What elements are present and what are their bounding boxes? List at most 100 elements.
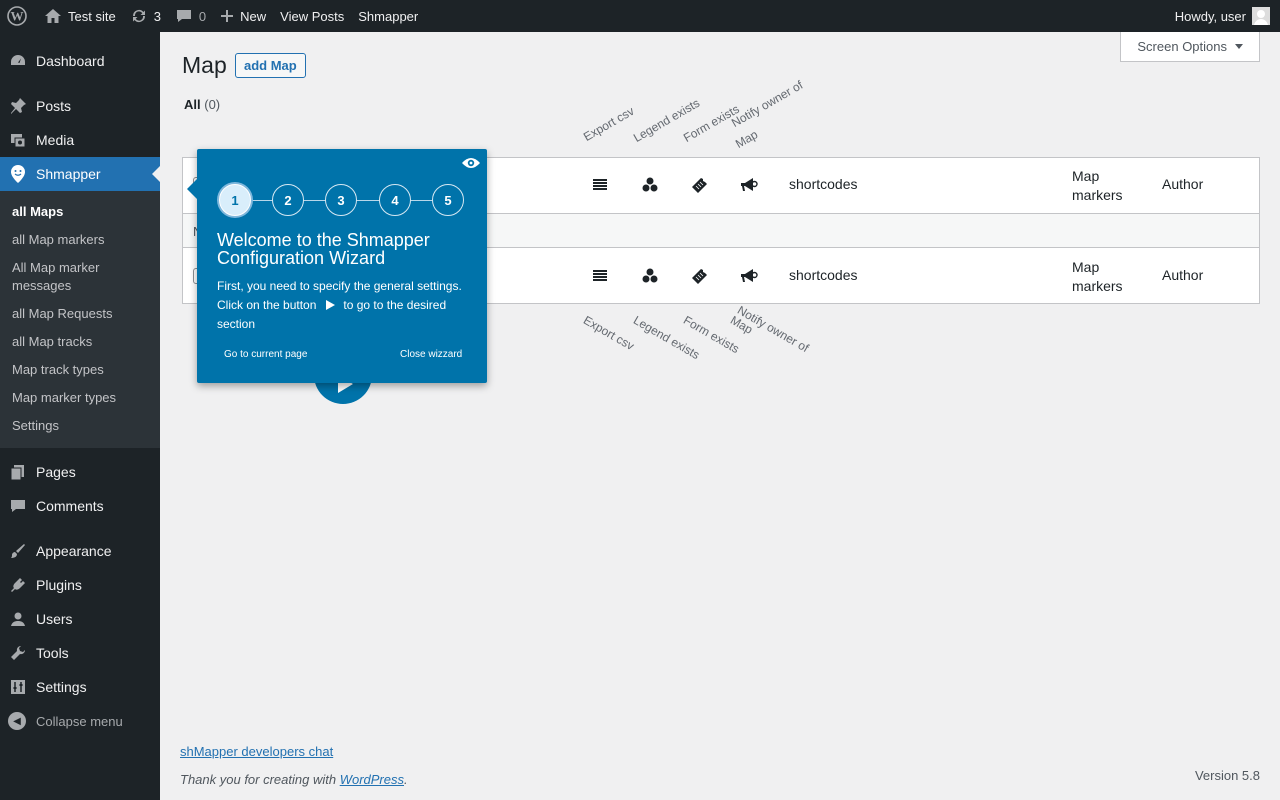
menu-dashboard-label: Dashboard: [36, 53, 105, 69]
wizard-body-line3: section: [217, 317, 256, 331]
comments-count: 0: [198, 8, 207, 24]
column-map-markers-line2: markers: [1072, 187, 1123, 203]
menu-tools-label: Tools: [36, 645, 69, 661]
menu-media-label: Media: [36, 132, 75, 148]
admin-sidebar: Dashboard Posts Media Shmapper all Maps …: [0, 32, 160, 800]
wordpress-link[interactable]: WordPress: [340, 772, 404, 787]
view-all-count: (0): [204, 97, 221, 112]
comments-link[interactable]: 0: [168, 0, 213, 32]
eye-icon[interactable]: [461, 155, 481, 171]
menu-comments[interactable]: Comments: [0, 489, 160, 523]
wordpress-logo-icon[interactable]: W: [0, 0, 37, 32]
menu-media[interactable]: Media: [0, 123, 160, 157]
menu-pages-label: Pages: [36, 464, 76, 480]
menu-posts[interactable]: Posts: [0, 89, 160, 123]
header-export-csv[interactable]: Export csv: [581, 104, 637, 144]
submenu-settings[interactable]: Settings: [0, 412, 160, 440]
site-name-label: Test site: [68, 8, 116, 24]
site-name-link[interactable]: Test site: [37, 0, 123, 32]
column-map-markers-footer[interactable]: Map markers: [1072, 258, 1123, 296]
column-map-markers-line1: Map: [1072, 259, 1100, 275]
menu-plugins-label: Plugins: [36, 577, 82, 593]
new-content-link[interactable]: New: [213, 0, 273, 32]
submenu-all-maps[interactable]: all Maps: [0, 198, 160, 226]
megaphone-icon: [739, 266, 759, 286]
wizard-step-3[interactable]: 3: [325, 184, 357, 216]
column-shortcodes[interactable]: shortcodes: [789, 176, 857, 192]
list-icon: [590, 266, 610, 286]
avatar: [1252, 7, 1270, 25]
submenu-all-map-marker-messages[interactable]: All Map marker messages: [0, 254, 160, 300]
header-notify-owner[interactable]: Notify owner of: [729, 78, 805, 130]
menu-users[interactable]: Users: [0, 602, 160, 636]
menu-pages[interactable]: Pages: [0, 455, 160, 489]
list-icon: [590, 175, 610, 195]
submenu-all-map-markers[interactable]: all Map markers: [0, 226, 160, 254]
howdy-label: Howdy, user: [1174, 8, 1246, 24]
column-map-markers-line2: markers: [1072, 278, 1123, 294]
shmapper-face-icon: [8, 164, 28, 184]
submenu-map-track-types[interactable]: Map track types: [0, 356, 160, 384]
collapse-menu-button[interactable]: ◀ Collapse menu: [0, 704, 160, 738]
menu-settings-label: Settings: [36, 679, 87, 695]
menu-plugins[interactable]: Plugins: [0, 568, 160, 602]
column-map-markers[interactable]: Map markers: [1072, 167, 1123, 205]
footer-header-export-csv[interactable]: Export csv: [581, 313, 637, 353]
go-to-current-page-link[interactable]: Go to current page: [224, 349, 307, 360]
submenu-map-marker-types[interactable]: Map marker types: [0, 384, 160, 412]
add-map-button[interactable]: add Map: [235, 53, 306, 78]
legend-circles-icon: [640, 266, 660, 286]
caret-down-icon: [1235, 44, 1243, 49]
wizard-step-2[interactable]: 2: [272, 184, 304, 216]
view-filter-all[interactable]: All (0): [184, 97, 220, 112]
column-map-markers-line1: Map: [1072, 168, 1100, 184]
developers-chat-link[interactable]: shMapper developers chat: [180, 744, 333, 759]
submenu-all-map-tracks[interactable]: all Map tracks: [0, 328, 160, 356]
comment-icon: [175, 7, 193, 25]
updates-count: 3: [153, 8, 161, 24]
column-author-footer[interactable]: Author: [1162, 267, 1203, 283]
menu-appearance[interactable]: Appearance: [0, 534, 160, 568]
my-account[interactable]: Howdy, user: [1175, 7, 1280, 25]
menu-shmapper[interactable]: Shmapper: [0, 157, 160, 191]
plus-icon: [220, 9, 234, 23]
menu-dashboard[interactable]: Dashboard: [0, 44, 160, 78]
new-label: New: [240, 8, 267, 24]
menu-users-label: Users: [36, 611, 73, 627]
user-icon: [8, 609, 28, 629]
menu-appearance-label: Appearance: [36, 543, 112, 559]
wizard-steps: 1 2 3 4 5: [217, 184, 467, 216]
column-shortcodes-footer[interactable]: shortcodes: [789, 267, 857, 283]
refresh-icon: [130, 7, 148, 25]
inline-play-icon: [326, 300, 336, 310]
wizard-step-1[interactable]: 1: [219, 184, 251, 216]
close-wizard-link[interactable]: Close wizzard: [400, 349, 462, 360]
wizard-step-4[interactable]: 4: [379, 184, 411, 216]
settings-sliders-icon: [8, 677, 28, 697]
menu-posts-label: Posts: [36, 98, 72, 114]
shmapper-link[interactable]: Shmapper: [351, 0, 425, 32]
wizard-title: Welcome to the Shmapper Configuration Wi…: [217, 230, 430, 268]
view-posts-link[interactable]: View Posts: [273, 0, 351, 32]
paintbrush-icon: [8, 541, 28, 561]
screen-options-button[interactable]: Screen Options: [1120, 32, 1260, 62]
pushpin-icon: [8, 96, 28, 116]
menu-tools[interactable]: Tools: [0, 636, 160, 670]
pages-icon: [8, 462, 28, 482]
wrench-icon: [8, 643, 28, 663]
collapse-menu-label: Collapse menu: [36, 713, 123, 729]
column-author[interactable]: Author: [1162, 176, 1203, 192]
wizard-step-5[interactable]: 5: [432, 184, 464, 216]
submenu-all-map-requests[interactable]: all Map Requests: [0, 300, 160, 328]
plugin-icon: [8, 575, 28, 595]
footer-thanks-prefix: Thank you for creating with: [180, 772, 337, 787]
dashboard-icon: [8, 51, 28, 71]
menu-settings[interactable]: Settings: [0, 670, 160, 704]
footer-thanks: Thank you for creating with WordPress.: [180, 772, 408, 787]
form-ticket-icon: [690, 175, 710, 195]
wizard-body: First, you need to specify the general s…: [217, 277, 472, 334]
configuration-wizard: 1 2 3 4 5 Welcome to the Shmapper Config…: [187, 149, 487, 383]
admin-bar: W Test site 3 0 New View Posts Shmapper …: [0, 0, 1280, 32]
form-ticket-icon: [690, 266, 710, 286]
updates-link[interactable]: 3: [123, 0, 168, 32]
